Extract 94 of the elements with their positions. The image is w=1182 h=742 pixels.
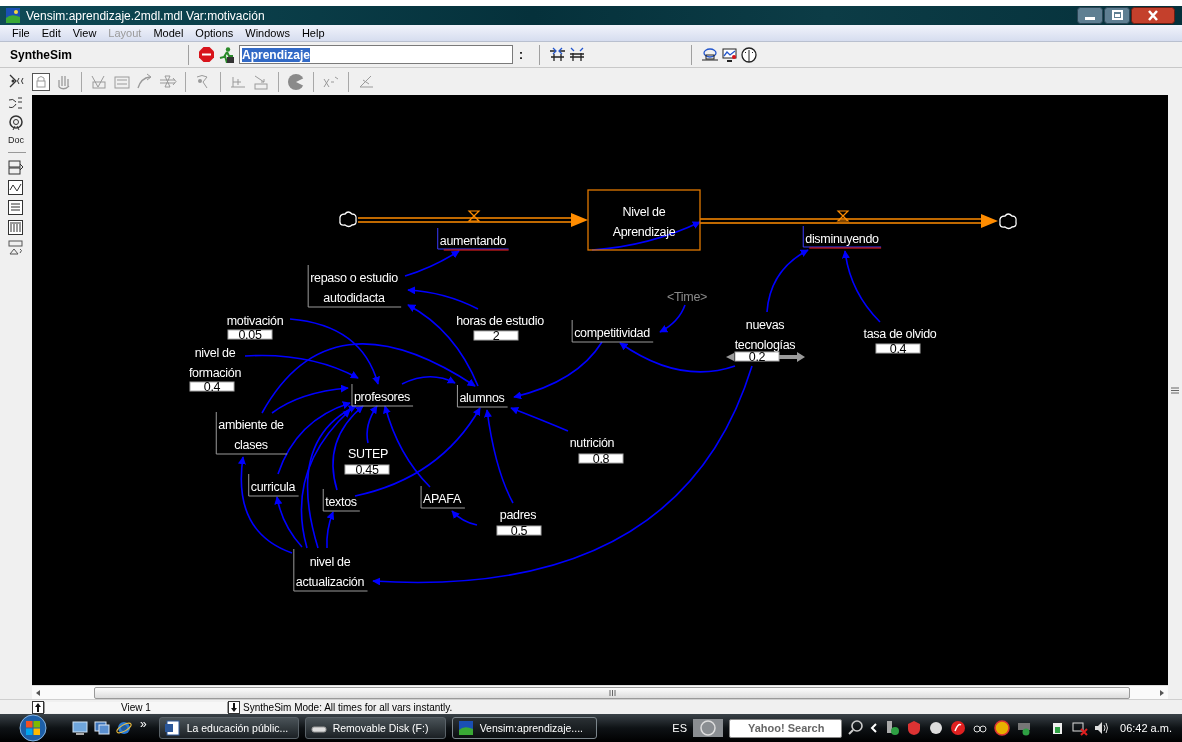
- close-icon[interactable]: [1131, 7, 1175, 24]
- variable-node: ambiente de clases: [215, 411, 288, 455]
- doc-tool[interactable]: Doc: [8, 135, 24, 145]
- valve-icon: [836, 210, 850, 222]
- network-icon[interactable]: [1016, 720, 1032, 736]
- scroll-grip-icon: [608, 689, 616, 696]
- switch-windows-icon[interactable]: [94, 721, 110, 735]
- runner-icon[interactable]: [218, 46, 235, 63]
- cloud-icon: [999, 213, 1017, 230]
- menu-item[interactable]: Help: [295, 27, 331, 39]
- variable-node: competitividad: [571, 319, 654, 343]
- scroll-grip-icon[interactable]: [1171, 386, 1179, 394]
- taskbar-button[interactable]: La educación públic...: [158, 717, 299, 739]
- lock-icon[interactable]: [32, 72, 50, 91]
- variable-node: alumnos: [456, 384, 509, 408]
- target-tool-icon[interactable]: [8, 115, 24, 130]
- variable-node: nivel de actualización: [293, 548, 369, 592]
- taskbar-button[interactable]: Removable Disk (F:): [304, 717, 446, 739]
- app-icon: [457, 720, 474, 736]
- variable-node: textos: [322, 488, 361, 512]
- clock[interactable]: 06:42 a.m.: [1120, 722, 1172, 734]
- more-button[interactable]: »: [140, 717, 147, 731]
- value-field[interactable]: 0.5: [496, 524, 542, 538]
- window-title: Vensim:aprendizaje.2mdl.mdl Var:motivación: [26, 8, 265, 23]
- shrink-arrows-icon[interactable]: [550, 47, 565, 62]
- menu-item[interactable]: File: [6, 27, 36, 39]
- menu-item[interactable]: Options: [189, 27, 240, 39]
- volume-icon[interactable]: [1094, 720, 1110, 736]
- show-desktop-icon[interactable]: [72, 721, 88, 735]
- variable-label: nutrición: [569, 436, 615, 450]
- search-field[interactable]: Yahoo! Search: [729, 718, 842, 738]
- link-arrow: [404, 250, 460, 277]
- variable-label: nivel de formación: [188, 346, 242, 380]
- link-arrow: [766, 249, 809, 313]
- synthesim-label: SyntheSim: [10, 47, 73, 62]
- value-field[interactable]: 0.8: [578, 452, 624, 466]
- value-field[interactable]: 0.4: [189, 380, 235, 394]
- document-icon: [164, 720, 181, 736]
- variable-node: APAFA: [420, 485, 466, 509]
- causes-tree-icon[interactable]: [8, 160, 24, 175]
- flow-rate-label: aumentando: [437, 227, 510, 251]
- cloud-flow-icon[interactable]: [702, 47, 718, 62]
- expand-arrows-icon[interactable]: [569, 47, 585, 62]
- restore-icon[interactable]: [1104, 7, 1130, 24]
- menu-item[interactable]: View: [66, 27, 103, 39]
- graph-monitor-icon[interactable]: [722, 47, 737, 62]
- variable-label: SUTEP: [347, 447, 389, 461]
- view-name-field[interactable]: Aprendizaje: [239, 45, 513, 64]
- variable-label: motivación: [226, 314, 284, 328]
- scroll-thumb[interactable]: [94, 686, 1130, 699]
- shadow-variable: <Time>: [666, 290, 708, 304]
- value-field[interactable]: 0.45: [344, 463, 390, 477]
- stock-box: Nivel de Aprendizaje: [587, 189, 701, 251]
- variable-label: nuevas tecnologías: [734, 318, 796, 352]
- right-arrow-icon[interactable]: [779, 352, 805, 362]
- chevron-left-icon[interactable]: [870, 722, 878, 734]
- cloud-icon: [339, 211, 357, 228]
- browser-icon[interactable]: [116, 720, 132, 736]
- table-tool-icon[interactable]: [8, 200, 23, 215]
- status-message: SyntheSim Mode: All times for all vars instantly.: [243, 701, 453, 713]
- app-icon: [6, 8, 20, 23]
- up-arrow-icon[interactable]: [32, 700, 44, 714]
- variable-node: curricula: [248, 473, 300, 497]
- grid-tool-icon[interactable]: [8, 220, 23, 235]
- usb-check-icon[interactable]: [884, 720, 900, 736]
- taskbar-button[interactable]: Vensim:aprendizaje....: [451, 717, 597, 739]
- minimize-icon[interactable]: [1077, 7, 1103, 24]
- search-icon[interactable]: [848, 719, 864, 737]
- variable-node: repaso o estudio autodidacta: [307, 264, 402, 308]
- down-arrow-icon[interactable]: [228, 700, 240, 714]
- graph-tool-icon[interactable]: [8, 180, 23, 195]
- variable-label: tasa de olvido: [863, 327, 937, 341]
- shield-icon[interactable]: [906, 720, 922, 736]
- value-field[interactable]: 0.4: [875, 342, 921, 356]
- menu-item[interactable]: Model: [147, 27, 190, 39]
- language-indicator[interactable]: ES: [672, 722, 687, 734]
- left-arrow-icon[interactable]: [726, 353, 734, 361]
- variable-label: horas de estudio: [456, 314, 544, 328]
- link-arrow: [659, 304, 686, 333]
- more-options[interactable]: :: [519, 47, 523, 62]
- menu-item[interactable]: Windows: [239, 27, 296, 39]
- variable-node: profesores: [351, 383, 414, 407]
- view-tab[interactable]: View 1: [44, 701, 228, 713]
- value-field[interactable]: 0.05: [227, 328, 273, 342]
- valve-icon: [467, 210, 481, 222]
- logo-icon[interactable]: [693, 718, 723, 738]
- stop-icon[interactable]: [199, 47, 214, 62]
- flow-rate-label: disminuyendo: [802, 225, 882, 249]
- gauge-icon[interactable]: [741, 46, 757, 63]
- variable-label: padres: [499, 508, 537, 522]
- network-error-icon[interactable]: [1072, 720, 1088, 736]
- menu-item[interactable]: Edit: [35, 27, 67, 39]
- value-field[interactable]: 2: [473, 329, 519, 343]
- delete-tool-icon[interactable]: [287, 72, 305, 91]
